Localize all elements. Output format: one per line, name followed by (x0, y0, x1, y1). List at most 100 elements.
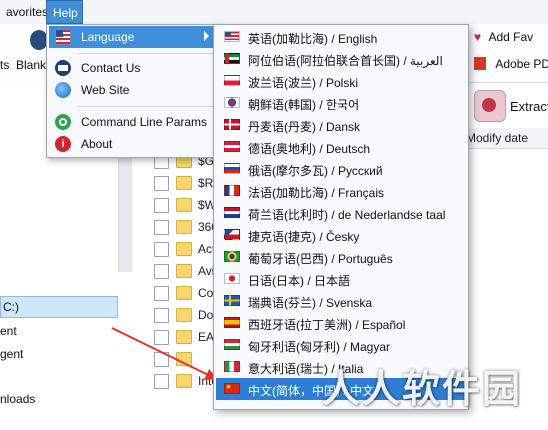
language-item-label: 阿位伯语(阿拉伯联合首长国) / العربية (248, 54, 443, 68)
add-favorite-button[interactable]: ♥ Add Fav (474, 30, 533, 44)
language-item-label: 法语(加勒比海) / Français (248, 186, 385, 200)
help-menu-command-line[interactable]: Command Line Params (49, 111, 215, 133)
folder-icon (176, 308, 192, 322)
language-item-es[interactable]: 西班牙语(拉丁美洲) / Español (216, 312, 466, 334)
flag-dk-icon (224, 119, 240, 130)
folder-icon (176, 220, 192, 234)
help-menu-command-line-label: Command Line Params (81, 115, 208, 129)
row-checkbox[interactable] (154, 264, 169, 279)
language-item-cz[interactable]: 捷克语(捷克) / Česky (216, 224, 466, 246)
help-menu-contact[interactable]: Contact Us (49, 57, 215, 79)
pdf-icon (474, 57, 486, 70)
help-menu-about-label: About (81, 137, 113, 151)
language-item-label: 西班牙语(拉丁美洲) / Español (248, 318, 406, 332)
flag-ae-icon (224, 53, 240, 64)
language-submenu: 英语(加勒比海) / English 阿位伯语(阿拉伯联合首长国) / العرب… (213, 24, 469, 410)
tree-item-2[interactable]: gent (0, 347, 23, 361)
column-modify-date[interactable]: Modify date (466, 131, 528, 145)
flag-fr-icon (224, 185, 240, 196)
row-checkbox[interactable] (154, 286, 169, 301)
language-item-label: 丹麦语(丹麦) / Dansk (248, 120, 361, 134)
flag-nl-icon (224, 207, 240, 218)
language-item-label: 日语(日本) / 日本語 (248, 274, 350, 288)
folder-icon (176, 264, 192, 278)
language-item-label: 德语(奥地利) / Deutsch (248, 142, 371, 156)
watermark-text: 人人软件园 (322, 367, 523, 411)
flag-cn-icon (224, 383, 240, 394)
language-item-label: 波兰语(波兰) / Polski (248, 76, 359, 90)
flag-br-icon (224, 251, 240, 262)
language-item-kr[interactable]: 朝鲜语(韩国) / 한국어 (216, 92, 466, 114)
language-item-label: 瑞典语(芬兰) / Svenska (248, 296, 373, 310)
menu-separator (77, 106, 213, 107)
language-item-us[interactable]: 英语(加勒比海) / English (216, 26, 466, 48)
language-item-se[interactable]: 瑞典语(芬兰) / Svenska (216, 290, 466, 312)
row-checkbox[interactable] (154, 220, 169, 235)
language-item-label: 俄语(摩尔多瓦) / Русский (248, 164, 383, 178)
menu-bar: avorites Help (0, 0, 548, 25)
adobe-pdf-button[interactable]: Adobe PDF (474, 57, 548, 71)
mail-icon (55, 60, 71, 76)
help-menu-language-label: Language (81, 30, 135, 44)
add-favorite-label: Add Fav (488, 30, 534, 44)
file-name: $R (198, 176, 214, 190)
tree-item-1[interactable]: ent (0, 324, 17, 338)
language-item-label: 捷克语(捷克) / Česky (248, 230, 360, 244)
row-checkbox[interactable] (154, 374, 169, 389)
language-item-label: 匈牙利语(匈牙利) / Magyar (248, 340, 391, 354)
help-menu-website[interactable]: Web Site (49, 79, 215, 101)
language-item-label: 荷兰语(比利时) / de Nederlandse taal (248, 208, 446, 222)
ribbon-tabs-button[interactable]: ts (0, 58, 9, 72)
language-item-fr[interactable]: 法语(加勒比海) / Français (216, 180, 466, 202)
flag-hu-icon (224, 339, 240, 350)
language-item-hu[interactable]: 匈牙利语(匈牙利) / Magyar (216, 334, 466, 356)
flag-kr-icon (224, 97, 240, 108)
flag-it-icon (224, 361, 240, 372)
row-checkbox[interactable] (154, 198, 169, 213)
globe-icon (55, 82, 71, 98)
help-menu-website-label: Web Site (81, 83, 130, 97)
language-item-label: 葡萄牙语(巴西) / Português (248, 252, 393, 266)
flag-jp-icon (224, 273, 240, 284)
us-flag-icon (55, 29, 71, 45)
folder-icon (176, 242, 192, 256)
row-checkbox[interactable] (154, 176, 169, 191)
command-line-icon (55, 114, 71, 130)
row-checkbox[interactable] (154, 308, 169, 323)
language-item-at[interactable]: 德语(奥地利) / Deutsch (216, 136, 466, 158)
flag-at-icon (224, 141, 240, 152)
help-menu-contact-label: Contact Us (81, 61, 141, 75)
heart-icon: ♥ (474, 30, 482, 44)
folder-icon (176, 198, 192, 212)
flag-es-icon (224, 317, 240, 328)
language-item-dk[interactable]: 丹麦语(丹麦) / Dansk (216, 114, 466, 136)
file-name: Avi (198, 264, 215, 278)
language-item-nl[interactable]: 荷兰语(比利时) / de Nederlandse taal (216, 202, 466, 224)
row-checkbox[interactable] (154, 242, 169, 257)
info-icon: i (55, 136, 71, 152)
row-checkbox[interactable] (154, 330, 169, 345)
language-item-label: 英语(加勒比海) / English (248, 32, 378, 46)
language-item-label: 朝鲜语(韩国) / 한국어 (248, 98, 360, 112)
language-item-jp[interactable]: 日语(日本) / 日本語 (216, 268, 466, 290)
menu-separator (77, 53, 213, 54)
folder-icon (176, 330, 192, 344)
language-item-pl[interactable]: 波兰语(波兰) / Polski (216, 70, 466, 92)
flag-se-icon (224, 295, 240, 306)
help-menu-language[interactable]: Language (49, 26, 215, 48)
flag-cz-icon (224, 229, 240, 240)
adobe-pdf-label: Adobe PDF (495, 57, 548, 71)
extract-button[interactable]: Extract (510, 99, 548, 114)
language-item-br[interactable]: 葡萄牙语(巴西) / Português (216, 246, 466, 268)
help-menu: Language Contact Us Web Site Command Lin… (46, 24, 218, 158)
language-item-ae[interactable]: 阿位伯语(阿拉伯联合首长国) / العربية (216, 48, 466, 70)
submenu-arrow-icon (204, 31, 209, 41)
help-menu-about[interactable]: i About (49, 133, 215, 155)
language-item-ru[interactable]: 俄语(摩尔多瓦) / Русский (216, 158, 466, 180)
menu-help[interactable]: Help (46, 0, 83, 24)
flag-pl-icon (224, 75, 240, 86)
flag-ru-icon (224, 163, 240, 174)
folder-icon (176, 176, 192, 190)
drive-c-item[interactable]: C:) (0, 296, 118, 318)
tree-item-downloads[interactable]: nloads (0, 392, 35, 406)
